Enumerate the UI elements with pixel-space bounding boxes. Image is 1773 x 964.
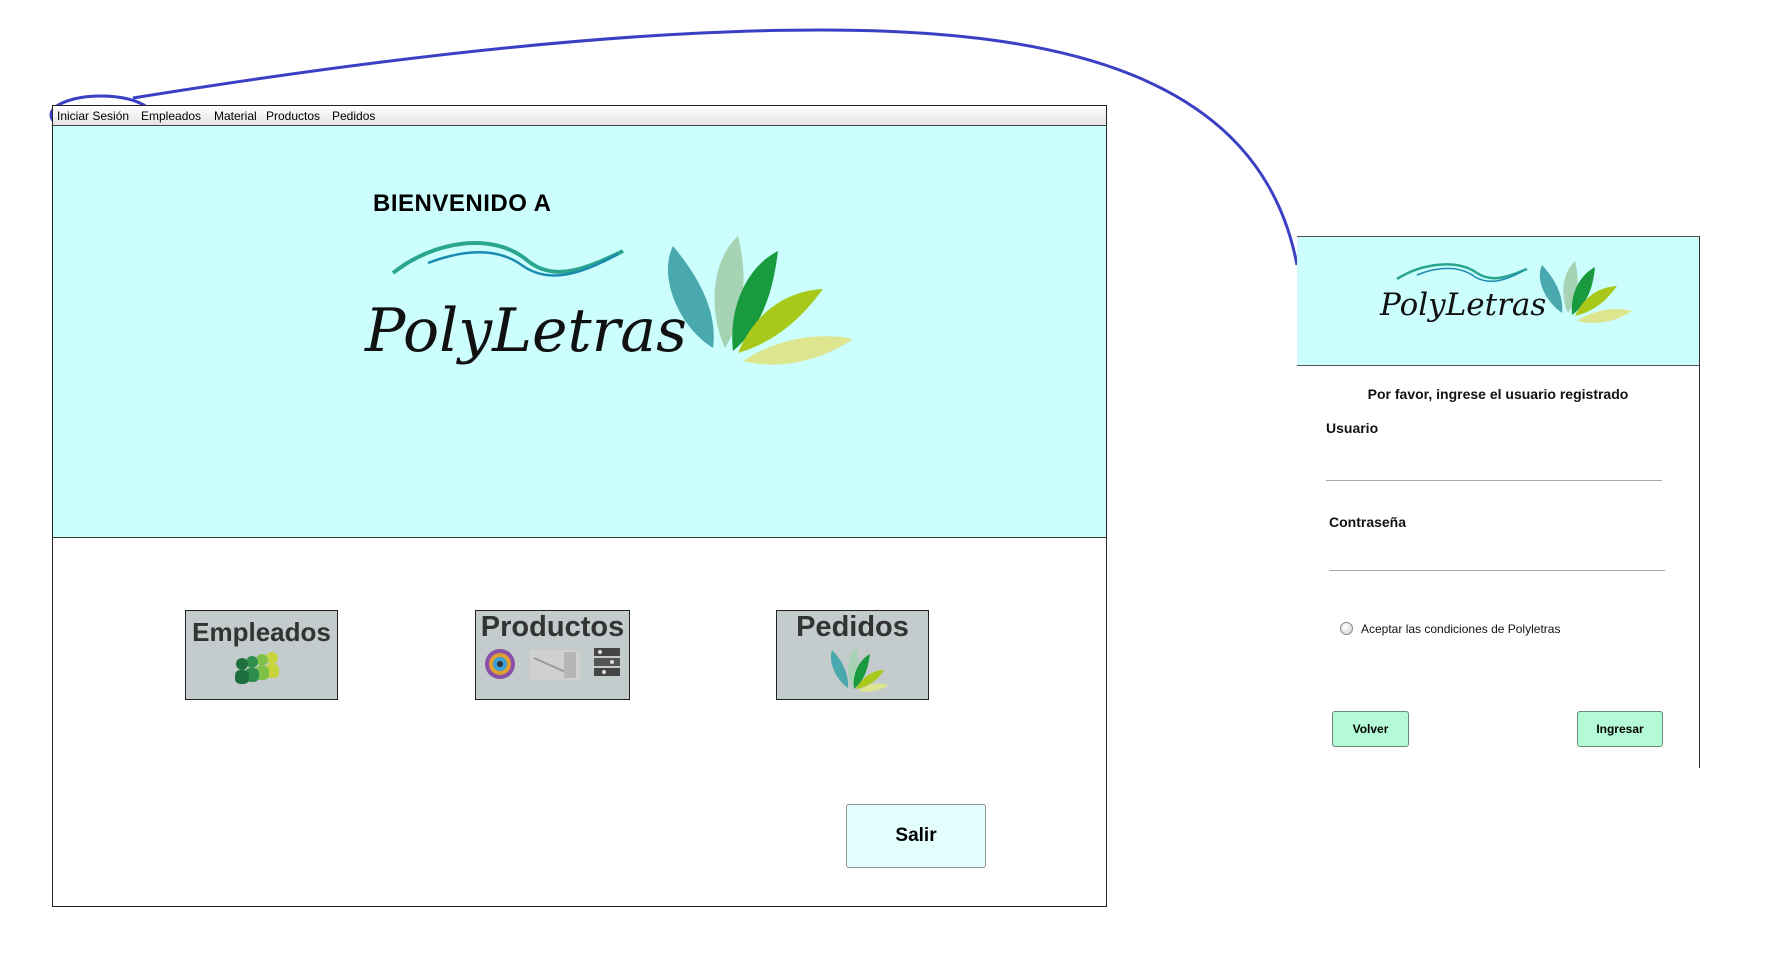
empleados-button[interactable]: Empleados [185,610,338,700]
logo-text: PolyLetras [364,296,687,366]
usuario-label: Usuario [1326,420,1379,436]
login-banner: PolyLetras [1297,236,1699,366]
contrasena-input[interactable] [1329,526,1665,571]
ingresar-button[interactable]: Ingresar [1577,711,1663,747]
menu-bar: Iniciar Sesión Empleados Material Produc… [53,106,1106,126]
accept-conditions-label[interactable]: Aceptar las condiciones de Polyletras [1361,622,1560,636]
welcome-banner: BIENVENIDO A PolyLetras [53,126,1106,538]
productos-label: Productos [480,611,625,643]
acrylic-sheet-icon [529,650,580,680]
accept-conditions-radio[interactable] [1340,622,1353,635]
menu-pedidos[interactable]: Pedidos [332,109,375,123]
usuario-input[interactable] [1326,436,1662,481]
login-prompt: Por favor, ingrese el usuario registrado [1367,386,1629,402]
salir-button[interactable]: Salir [846,804,986,868]
productos-button[interactable]: Productos [475,610,630,700]
welcome-title: BIENVENIDO A [373,190,552,217]
login-logo-text: PolyLetras [1379,287,1546,323]
volver-button[interactable]: Volver [1332,711,1409,747]
logo-leaves-icon [667,236,853,365]
main-window: Iniciar Sesión Empleados Material Produc… [52,105,1107,907]
employees-group-icon [234,652,279,684]
menu-productos[interactable]: Productos [266,109,320,123]
pedidos-label: Pedidos [796,611,909,643]
menu-material[interactable]: Material [214,109,257,123]
polyletras-logo: PolyLetras [364,236,853,366]
login-dialog: PolyLetras Por favor, ingrese el usuario… [1297,236,1700,768]
empleados-label: Empleados [192,617,331,647]
led-strip-reel-icon [484,649,515,679]
pedidos-button[interactable]: Pedidos [776,610,929,700]
login-polyletras-logo: PolyLetras [1379,261,1632,323]
login-logo-swoosh-icon [1396,263,1528,281]
polyletras-leaves-icon [830,648,888,692]
menu-iniciar-sesion[interactable]: Iniciar Sesión [57,109,129,123]
led-modules-icon [593,648,620,676]
menu-empleados[interactable]: Empleados [141,109,201,123]
login-logo-leaves-icon [1539,261,1632,323]
products-icons [484,648,620,680]
